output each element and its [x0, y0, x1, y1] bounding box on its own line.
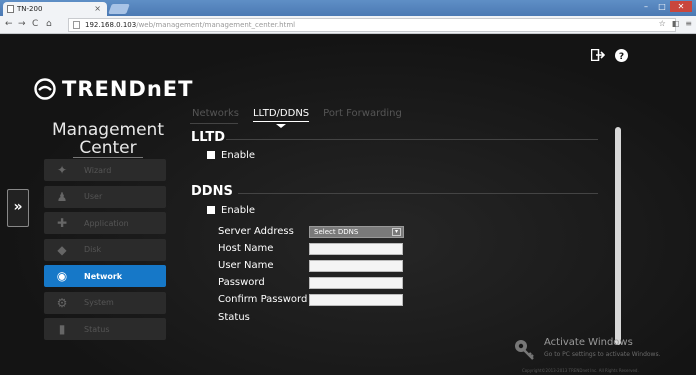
- extension-icon[interactable]: ◧: [672, 19, 680, 28]
- reload-icon[interactable]: C: [32, 19, 38, 29]
- logo-text: TRENDnET: [62, 77, 194, 101]
- tab-divider: [190, 123, 238, 124]
- status-label: Status: [218, 312, 250, 323]
- copyright-text: Copyright©2013-2013 TRENDnet Inc. All Ri…: [522, 368, 639, 373]
- menu-icon[interactable]: ≡: [685, 19, 692, 28]
- sidebar-item-label: Application: [84, 218, 129, 228]
- sidebar-item-disk[interactable]: ◆ Disk: [44, 238, 166, 261]
- tab-bar: Networks LLTD/DDNS Port Forwarding: [192, 108, 402, 122]
- lltd-title: LLTD: [191, 130, 226, 145]
- browser-tab[interactable]: TN-200 ×: [3, 2, 107, 16]
- url-host: 192.168.0.103: [85, 21, 137, 29]
- trendnet-logo: TRENDnET: [34, 77, 193, 101]
- user-icon: ♟: [56, 189, 68, 204]
- logout-icon[interactable]: [591, 49, 605, 61]
- ddns-enable-label: Enable: [221, 205, 256, 216]
- home-icon[interactable]: ⌂: [46, 19, 52, 29]
- sidebar-item-system[interactable]: ⚙ System: [44, 291, 166, 314]
- management-page: ? TRENDnET Management Center » Networks …: [0, 35, 696, 375]
- active-tab-indicator: [276, 124, 286, 128]
- application-icon: ✚: [56, 216, 68, 230]
- tab-networks[interactable]: Networks: [192, 108, 239, 122]
- sidebar-toggle-button[interactable]: »: [7, 189, 29, 227]
- sidebar-item-network[interactable]: ◉ Network: [44, 265, 166, 287]
- browser-titlebar: TN-200 × – □ ✕: [0, 0, 696, 16]
- server-address-label: Server Address: [218, 226, 294, 237]
- password-input[interactable]: [309, 277, 403, 289]
- server-address-value: Select DDNS: [314, 228, 359, 236]
- server-address-select[interactable]: Select DDNS ▾: [309, 226, 404, 238]
- help-icon[interactable]: ?: [615, 49, 628, 62]
- toolbar-actions: ☆ ◧ ≡: [659, 19, 692, 28]
- sidebar-title-line2: Center: [73, 139, 143, 158]
- activate-windows-title: Activate Windows: [544, 337, 633, 348]
- tab-lltd-ddns[interactable]: LLTD/DDNS: [252, 108, 310, 122]
- sidebar-title: Management Center: [38, 121, 178, 158]
- sidebar-item-label: Network: [84, 271, 123, 281]
- wizard-icon: ✦: [56, 163, 68, 177]
- password-label: Password: [218, 277, 265, 288]
- activate-windows-subtitle: Go to PC settings to activate Windows.: [544, 351, 661, 358]
- page-icon: [7, 5, 14, 13]
- disk-icon: ◆: [57, 242, 67, 257]
- scrollbar[interactable]: [615, 127, 621, 345]
- network-icon: ◉: [56, 269, 68, 283]
- sidebar-item-label: Status: [84, 324, 110, 334]
- sidebar-item-label: Disk: [84, 245, 102, 254]
- ddns-divider: [238, 193, 598, 194]
- sidebar-item-status[interactable]: ▮ Status: [44, 318, 166, 340]
- confirm-password-label: Confirm Password: [218, 294, 308, 305]
- sidebar-item-user[interactable]: ♟ User: [44, 185, 166, 208]
- host-name-label: Host Name: [218, 243, 274, 254]
- lltd-enable-label: Enable: [221, 150, 256, 161]
- tab-title: TN-200: [17, 5, 43, 13]
- sidebar-item-wizard[interactable]: ✦ Wizard: [44, 159, 166, 181]
- chevron-down-icon: ▾: [392, 228, 401, 236]
- sidebar-item-label: Wizard: [84, 165, 112, 175]
- address-bar[interactable]: 192.168.0.103/web/management/management_…: [68, 18, 676, 32]
- ddns-title: DDNS: [191, 184, 233, 199]
- page-icon: [73, 21, 80, 29]
- star-icon[interactable]: ☆: [659, 19, 666, 28]
- sidebar-item-label: System: [84, 298, 114, 307]
- back-icon[interactable]: ←: [5, 19, 13, 29]
- maximize-icon[interactable]: □: [654, 1, 670, 12]
- confirm-password-input[interactable]: [309, 294, 403, 306]
- trendnet-logo-icon: [34, 78, 56, 100]
- system-icon: ⚙: [56, 295, 68, 310]
- sidebar-title-line1: Management: [52, 120, 164, 140]
- lltd-enable-checkbox[interactable]: [207, 151, 215, 159]
- ddns-enable-checkbox[interactable]: [207, 206, 215, 214]
- browser-toolbar: ← → C ⌂ 192.168.0.103/web/management/man…: [0, 16, 696, 34]
- minimize-icon[interactable]: –: [638, 1, 654, 12]
- tab-close-icon[interactable]: ×: [94, 4, 101, 13]
- tab-port-forwarding[interactable]: Port Forwarding: [323, 108, 402, 122]
- sidebar-item-label: User: [84, 192, 103, 201]
- user-name-input[interactable]: [309, 260, 403, 272]
- status-icon: ▮: [58, 322, 66, 336]
- window-controls: – □ ✕: [638, 1, 692, 13]
- lltd-divider: [226, 139, 598, 140]
- new-tab-button[interactable]: [108, 4, 130, 14]
- svg-text:?: ?: [619, 52, 624, 62]
- key-icon: [515, 340, 534, 360]
- forward-icon[interactable]: →: [18, 19, 26, 29]
- url-path: /web/management/management_center.html: [136, 21, 296, 29]
- user-name-label: User Name: [218, 260, 274, 271]
- top-icons: ?: [591, 49, 628, 62]
- window-close-icon[interactable]: ✕: [670, 1, 692, 12]
- sidebar-item-application[interactable]: ✚ Application: [44, 212, 166, 234]
- host-name-input[interactable]: [309, 243, 403, 255]
